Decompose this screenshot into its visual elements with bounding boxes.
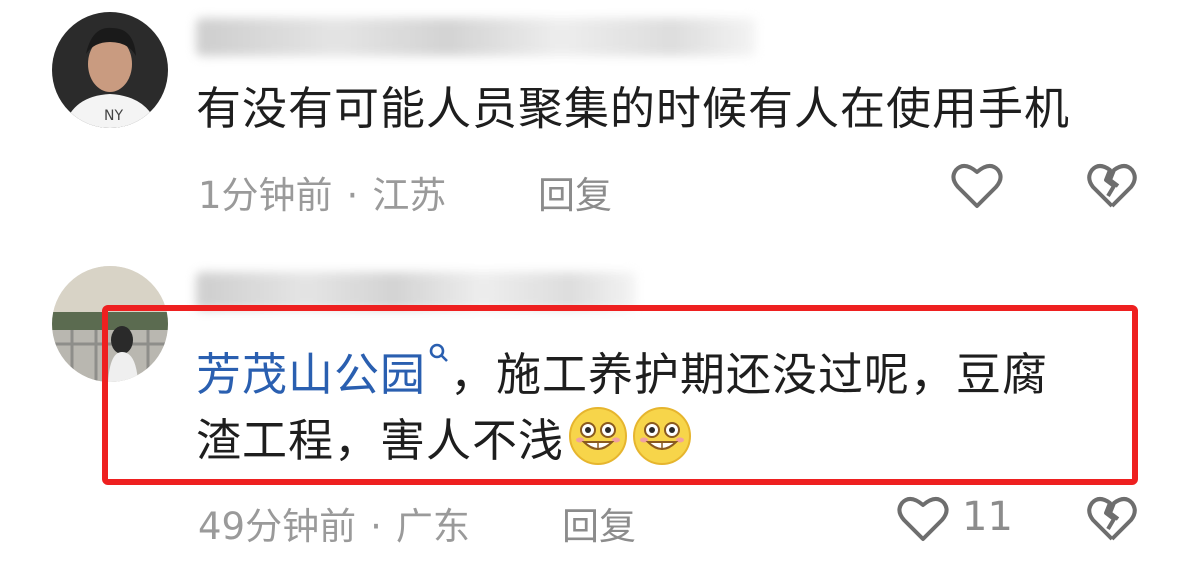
- comment-text: 有没有可能人员聚集的时候有人在使用手机: [196, 82, 1071, 135]
- meta-separator: ·: [370, 505, 382, 548]
- broken-heart-icon[interactable]: [1086, 160, 1138, 214]
- reply-button[interactable]: 回复: [538, 165, 612, 219]
- grinning-emoji-icon: [633, 407, 692, 465]
- comment-line-1: 芳茂山公园 ，施工养护期还没过呢，豆腐: [196, 342, 1048, 406]
- comment-meta: 49分钟前 · 广东: [198, 496, 470, 550]
- meta-separator: ·: [346, 174, 359, 217]
- comment-location: 江苏: [372, 174, 447, 217]
- heart-outline-icon[interactable]: [950, 160, 1004, 214]
- comment-time: 1分钟前: [198, 174, 333, 217]
- reply-button[interactable]: 回复: [562, 496, 636, 550]
- svg-text:NY: NY: [104, 108, 123, 124]
- comment-text-after-topic: ，施工养护期还没过呢，豆腐: [450, 348, 1049, 401]
- avatar[interactable]: NY: [52, 12, 168, 128]
- comment-line-2: 渣工程，害人不浅: [196, 406, 1048, 472]
- grinning-emoji-icon: [569, 407, 628, 465]
- search-icon[interactable]: [428, 342, 450, 372]
- username-blurred[interactable]: [196, 18, 756, 56]
- comment-time: 49分钟前: [198, 505, 357, 548]
- comment-text: 芳茂山公园 ，施工养护期还没过呢，豆腐 渣工程，害人不浅: [196, 342, 1048, 472]
- comment-location: 广东: [395, 505, 470, 548]
- comment-text-line2: 渣工程，害人不浅: [196, 414, 565, 467]
- comment-meta: 1分钟前 · 江苏: [198, 165, 446, 219]
- like-count: 11: [962, 494, 1013, 540]
- topic-link[interactable]: 芳茂山公园: [196, 348, 426, 401]
- heart-outline-icon[interactable]: [896, 493, 950, 547]
- broken-heart-icon[interactable]: [1086, 493, 1138, 547]
